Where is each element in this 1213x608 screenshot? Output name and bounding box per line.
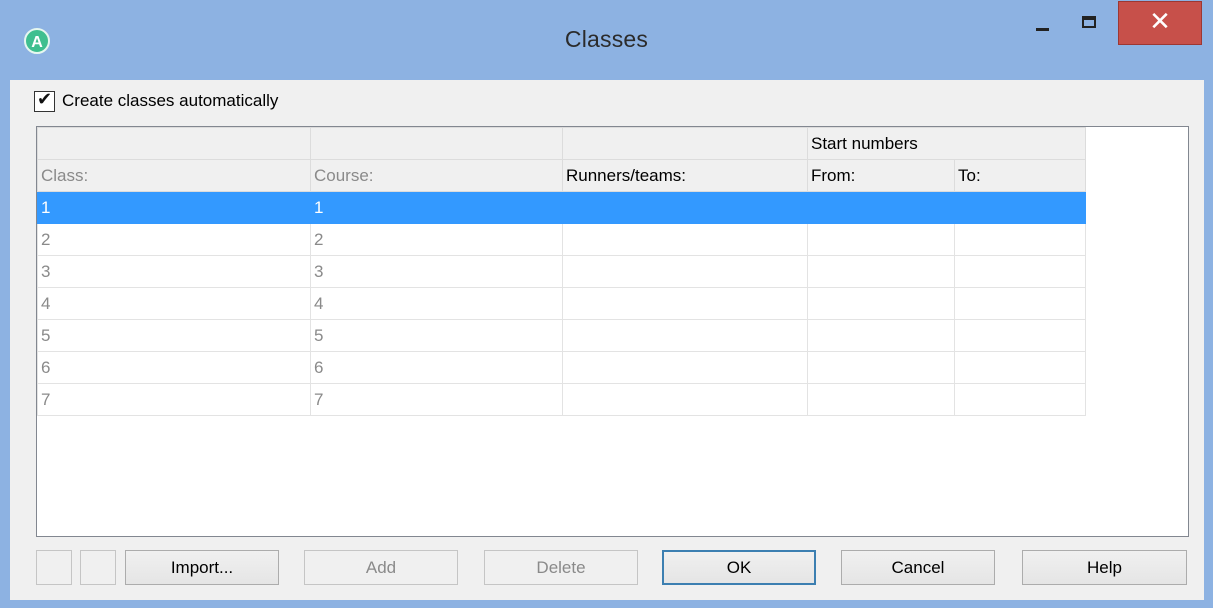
to-cell[interactable] <box>954 191 1086 224</box>
course-cell[interactable]: 3 <box>310 255 563 288</box>
create-classes-checkbox[interactable]: ✔ <box>34 88 55 112</box>
column-header-course[interactable]: Course: <box>310 159 563 192</box>
class-cell[interactable]: 1 <box>37 191 311 224</box>
small-button-1[interactable] <box>36 550 72 585</box>
class-cell[interactable]: 5 <box>37 319 311 352</box>
course-cell[interactable]: 5 <box>310 319 563 352</box>
button-bar: Import... Add Delete OK Cancel Help <box>10 550 1204 586</box>
from-cell[interactable] <box>807 255 955 288</box>
group-header-empty <box>37 127 311 160</box>
runners-cell[interactable] <box>562 255 808 288</box>
table-row[interactable]: 11 <box>37 191 1086 224</box>
from-cell[interactable] <box>807 383 955 416</box>
from-cell[interactable] <box>807 351 955 384</box>
classes-dialog: A Classes ✕ ✔ Create classes automatical… <box>0 0 1213 608</box>
dialog-body: ✔ Create classes automatically Start num… <box>10 80 1204 600</box>
runners-cell[interactable] <box>562 287 808 320</box>
to-cell[interactable] <box>954 255 1086 288</box>
table-row[interactable]: 22 <box>37 223 1086 256</box>
runners-cell[interactable] <box>562 351 808 384</box>
group-header-empty <box>310 127 563 160</box>
group-header-empty <box>562 127 808 160</box>
class-cell[interactable]: 2 <box>37 223 311 256</box>
from-cell[interactable] <box>807 223 955 256</box>
to-cell[interactable] <box>954 319 1086 352</box>
class-cell[interactable]: 7 <box>37 383 311 416</box>
to-cell[interactable] <box>954 223 1086 256</box>
from-cell[interactable] <box>807 287 955 320</box>
delete-button[interactable]: Delete <box>484 550 638 585</box>
table-row[interactable]: 55 <box>37 319 1086 352</box>
table-row[interactable]: 66 <box>37 351 1086 384</box>
class-cell[interactable]: 3 <box>37 255 311 288</box>
start-numbers-header: Start numbers <box>807 127 1086 160</box>
import-button[interactable]: Import... <box>125 550 279 585</box>
runners-cell[interactable] <box>562 319 808 352</box>
class-cell[interactable]: 6 <box>37 351 311 384</box>
column-header-row: Class: Course: Runners/teams: From: To: <box>37 159 1086 192</box>
course-cell[interactable]: 7 <box>310 383 563 416</box>
close-button[interactable]: ✕ <box>1118 1 1202 45</box>
add-button[interactable]: Add <box>304 550 458 585</box>
help-button[interactable]: Help <box>1022 550 1187 585</box>
column-header-from[interactable]: From: <box>807 159 955 192</box>
create-classes-option[interactable]: ✔ Create classes automatically <box>34 88 279 112</box>
classes-grid[interactable]: Start numbers Class: Course: Runners/tea… <box>36 126 1189 537</box>
course-cell[interactable]: 4 <box>310 287 563 320</box>
maximize-icon <box>1082 16 1096 28</box>
small-button-2[interactable] <box>80 550 116 585</box>
group-header-row: Start numbers <box>37 127 1086 160</box>
minimize-button[interactable] <box>1020 0 1066 42</box>
table-row[interactable]: 77 <box>37 383 1086 416</box>
classes-table: Start numbers Class: Course: Runners/tea… <box>37 127 1086 416</box>
ok-button[interactable]: OK <box>662 550 816 585</box>
create-classes-label: Create classes automatically <box>62 91 279 110</box>
from-cell[interactable] <box>807 319 955 352</box>
course-cell[interactable]: 1 <box>310 191 563 224</box>
class-cell[interactable]: 4 <box>37 287 311 320</box>
column-header-runners[interactable]: Runners/teams: <box>562 159 808 192</box>
to-cell[interactable] <box>954 287 1086 320</box>
to-cell[interactable] <box>954 383 1086 416</box>
column-header-to[interactable]: To: <box>954 159 1086 192</box>
course-cell[interactable]: 6 <box>310 351 563 384</box>
to-cell[interactable] <box>954 351 1086 384</box>
close-icon: ✕ <box>1149 6 1171 36</box>
runners-cell[interactable] <box>562 223 808 256</box>
checkmark-icon: ✔ <box>37 88 53 109</box>
table-row[interactable]: 33 <box>37 255 1086 288</box>
from-cell[interactable] <box>807 191 955 224</box>
column-header-class[interactable]: Class: <box>37 159 311 192</box>
runners-cell[interactable] <box>562 383 808 416</box>
cancel-button[interactable]: Cancel <box>841 550 995 585</box>
runners-cell[interactable] <box>562 191 808 224</box>
title-bar[interactable]: A Classes ✕ <box>0 0 1213 80</box>
table-row[interactable]: 44 <box>37 287 1086 320</box>
minimize-icon <box>1036 28 1049 31</box>
course-cell[interactable]: 2 <box>310 223 563 256</box>
maximize-button[interactable] <box>1066 0 1112 42</box>
